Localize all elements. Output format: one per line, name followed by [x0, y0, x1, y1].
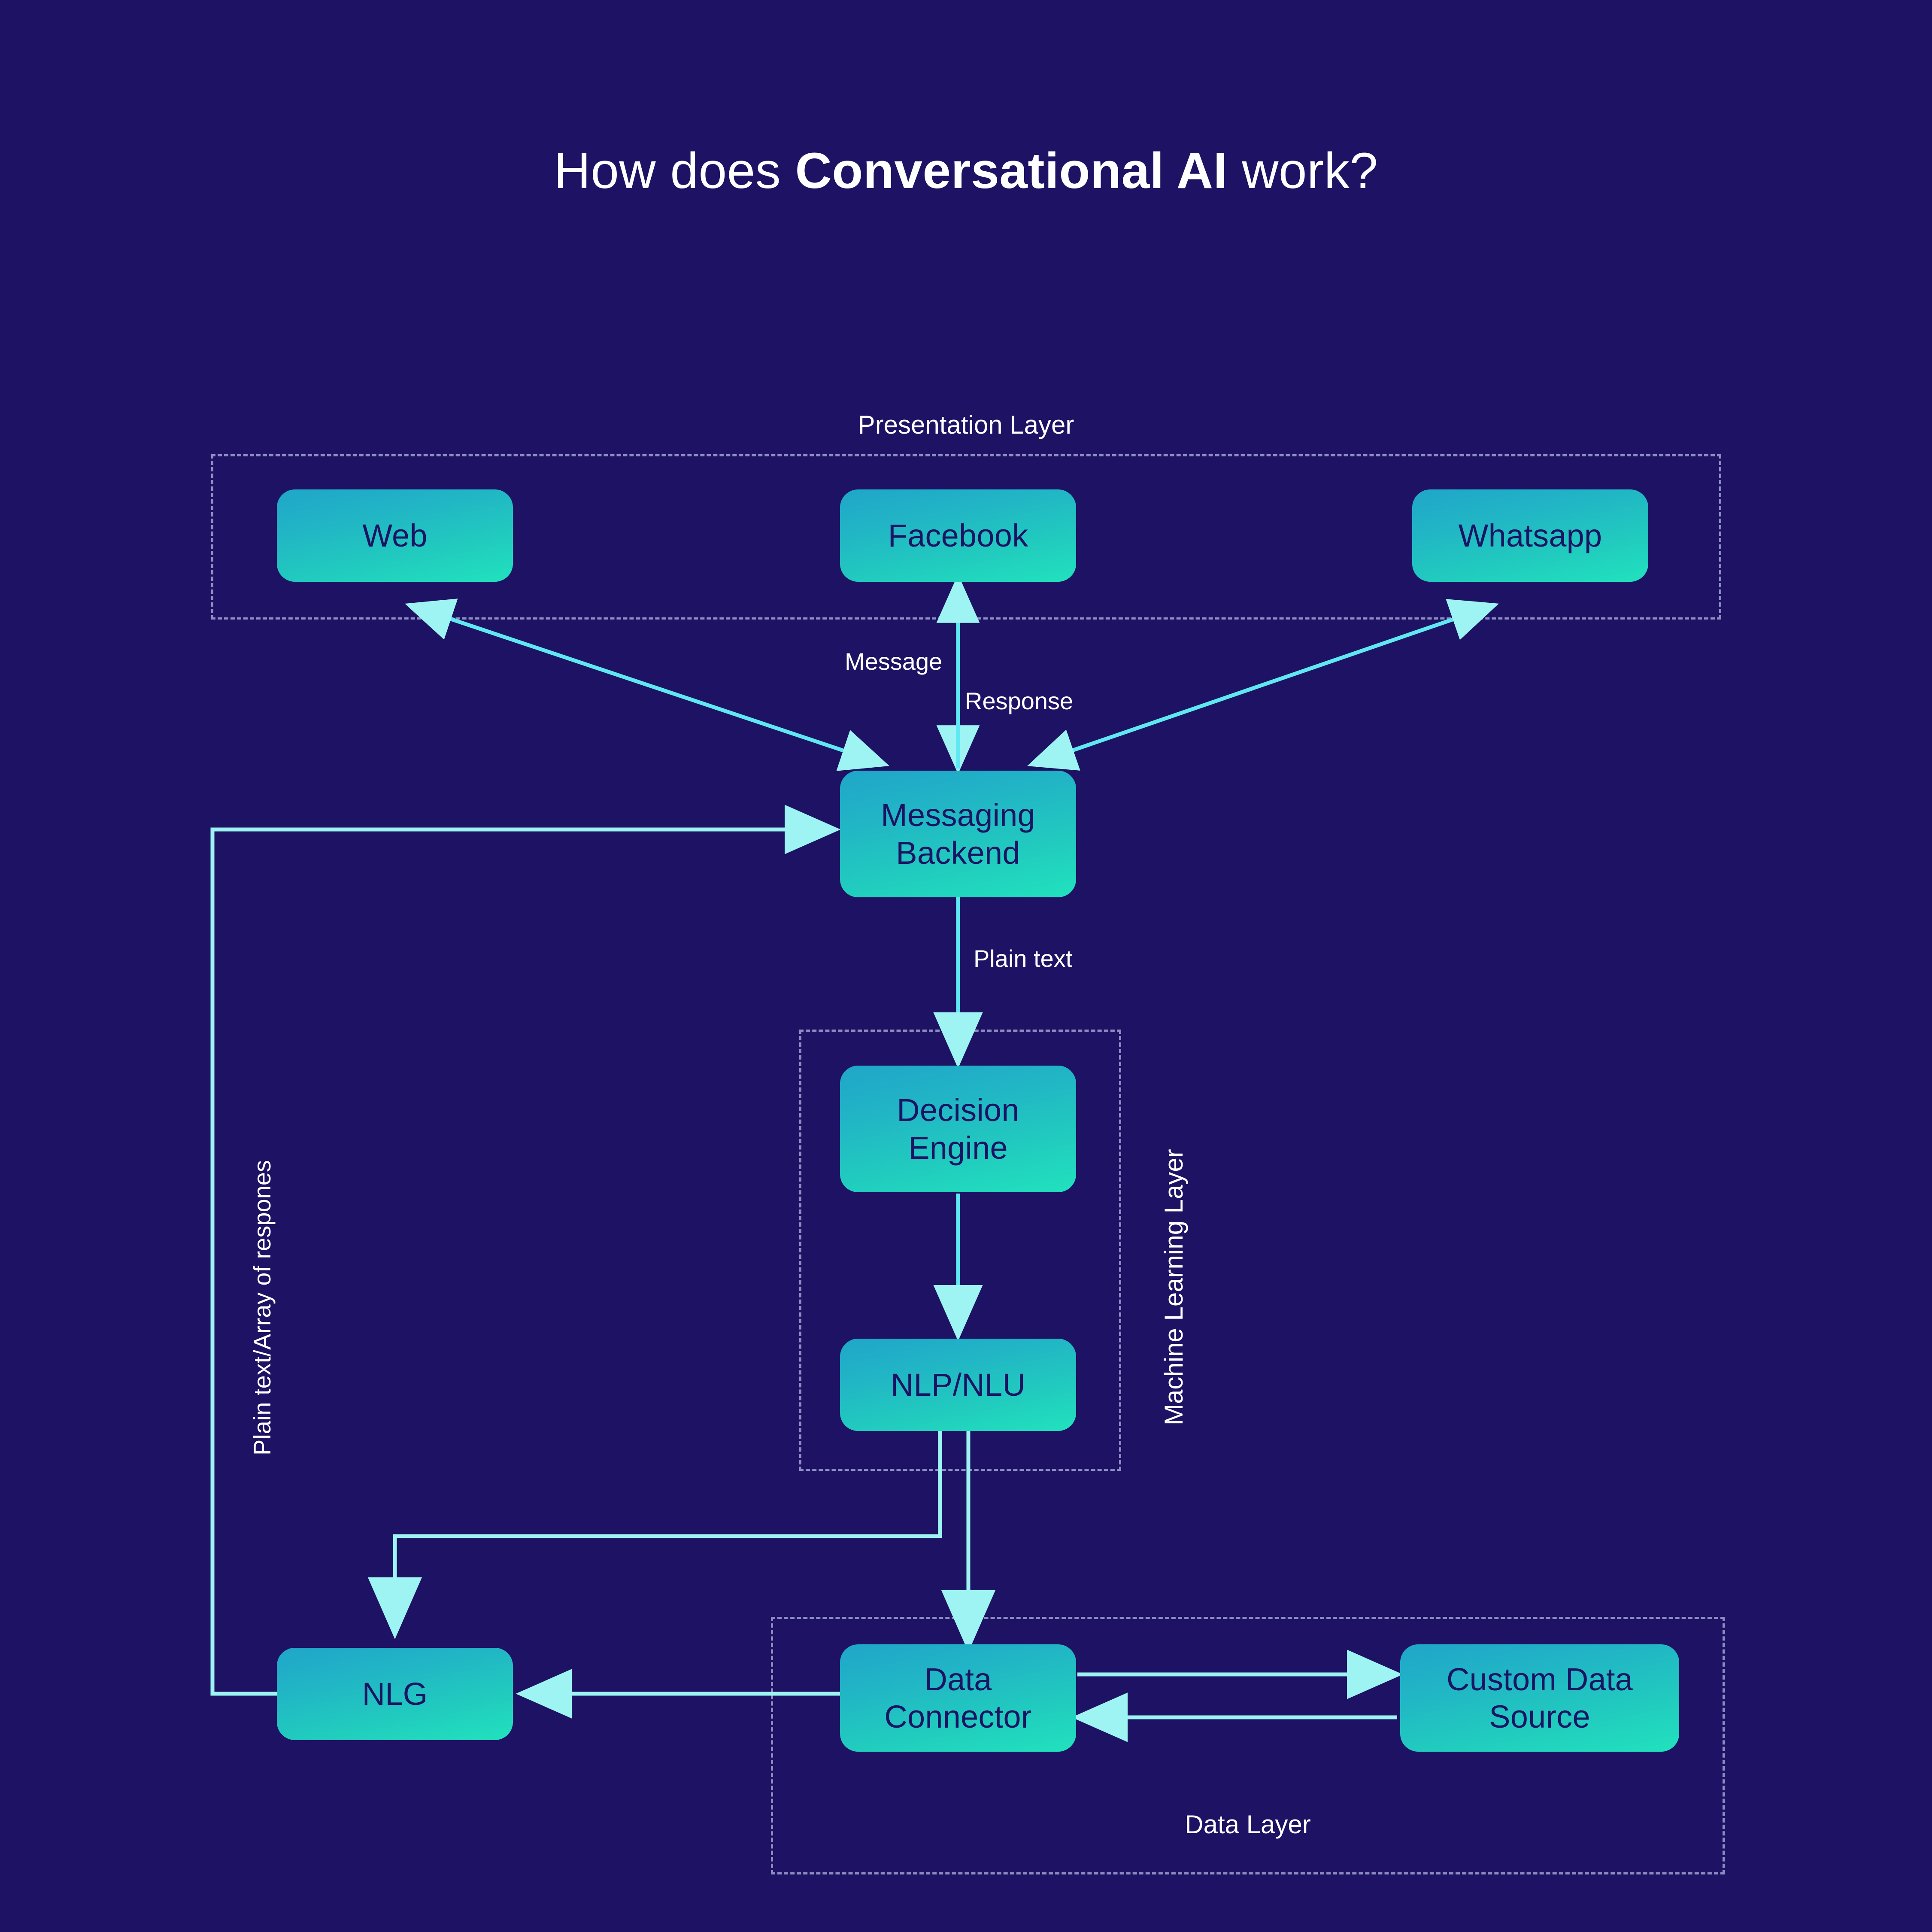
node-whatsapp-label: Whatsapp: [1458, 517, 1602, 553]
layer-caption-machine-learning: Machine Learning Layer: [1159, 1149, 1188, 1425]
node-web-label: Web: [362, 517, 428, 553]
layer-caption-presentation: Presentation Layer: [858, 410, 1074, 439]
edge-label-response: Response: [965, 687, 1074, 714]
node-nlp-nlu[interactable]: NLP/NLU: [840, 1339, 1076, 1431]
node-custom-data-source[interactable]: Custom Data Source: [1400, 1644, 1679, 1752]
node-decision-engine-label-line2: Engine: [908, 1130, 1008, 1166]
node-messaging-backend-label-line2: Backend: [896, 835, 1020, 871]
node-custom-data-source-label-line1: Custom Data: [1446, 1661, 1633, 1697]
layer-caption-data: Data Layer: [1185, 1810, 1311, 1839]
edge-label-message: Message: [845, 648, 943, 675]
node-custom-data-source-label-line2: Source: [1489, 1699, 1590, 1735]
node-facebook[interactable]: Facebook: [840, 489, 1076, 582]
node-nlg-label: NLG: [362, 1676, 428, 1712]
node-nlg[interactable]: NLG: [277, 1648, 513, 1740]
node-data-connector-label-line1: Data: [924, 1661, 992, 1697]
node-data-connector[interactable]: Data Connector: [840, 1644, 1076, 1752]
title-prefix: How does: [554, 143, 795, 199]
node-whatsapp[interactable]: Whatsapp: [1412, 489, 1648, 582]
node-decision-engine[interactable]: Decision Engine: [840, 1066, 1076, 1192]
edge-whatsapp-messaging: [1027, 599, 1499, 771]
page-title: How does Conversational AI work?: [0, 142, 1932, 200]
node-messaging-backend[interactable]: Messaging Backend: [840, 771, 1076, 897]
node-web[interactable]: Web: [277, 489, 513, 582]
node-decision-engine-label-line1: Decision: [897, 1092, 1019, 1128]
edge-web-messaging: [405, 598, 889, 771]
diagram-canvas: How does Conversational AI work? Present…: [0, 0, 1932, 1932]
title-emphasis: Conversational AI: [795, 143, 1228, 199]
title-suffix: work?: [1227, 143, 1378, 199]
edge-nlg-messaging: [210, 805, 841, 1696]
node-nlp-nlu-label: NLP/NLU: [891, 1367, 1025, 1403]
node-facebook-label: Facebook: [888, 517, 1028, 553]
node-data-connector-label-line2: Connector: [884, 1699, 1032, 1735]
edge-label-plain-text-array: Plain text/Array of respones: [249, 1160, 276, 1455]
edge-label-plain-text: Plain text: [974, 945, 1073, 972]
node-messaging-backend-label-line1: Messaging: [881, 797, 1035, 833]
